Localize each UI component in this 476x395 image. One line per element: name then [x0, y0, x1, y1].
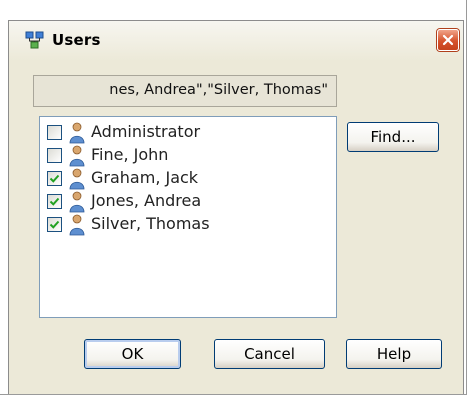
ok-button[interactable]: OK [84, 339, 181, 369]
users-dialog-icon [25, 31, 44, 50]
selected-names-value: nes, Andrea","Silver, Thomas" [109, 82, 328, 98]
selected-names-field[interactable]: nes, Andrea","Silver, Thomas" [33, 75, 337, 107]
list-item-label: Jones, Andrea [91, 191, 202, 210]
list-item-silver-thomas[interactable]: Silver, Thomas [47, 214, 302, 238]
check-icon [49, 174, 60, 183]
list-item-label: Administrator [91, 122, 201, 141]
cancel-button[interactable]: Cancel [214, 339, 325, 369]
list-item-label: Graham, Jack [91, 168, 199, 187]
checkbox-administrator[interactable] [47, 125, 62, 140]
list-item-graham-jack[interactable]: Graham, Jack [47, 168, 302, 192]
users-dialog: Users nes, Andrea","Silver, Thomas" Admi… [8, 20, 464, 394]
checkbox-jones-andrea[interactable] [47, 194, 62, 209]
find-button[interactable]: Find... [347, 122, 439, 152]
user-icon [69, 214, 85, 236]
list-item-administrator[interactable]: Administrator [47, 122, 302, 146]
user-icon [69, 145, 85, 167]
list-item-jones-andrea[interactable]: Jones, Andrea [47, 191, 302, 215]
user-icon [69, 191, 85, 213]
close-button[interactable] [437, 29, 459, 51]
list-item-label: Fine, John [91, 145, 169, 164]
user-icon [69, 168, 85, 190]
checkbox-silver-thomas[interactable] [47, 217, 62, 232]
list-item-label: Silver, Thomas [91, 214, 210, 233]
dialog-title: Users [52, 31, 101, 49]
close-icon [442, 34, 454, 46]
check-icon [49, 197, 60, 206]
checkbox-fine-john[interactable] [47, 148, 62, 163]
checkbox-graham-jack[interactable] [47, 171, 62, 186]
list-item-fine-john[interactable]: Fine, John [47, 145, 302, 169]
check-icon [49, 220, 60, 229]
user-icon [69, 122, 85, 144]
screenshot-frame: Users nes, Andrea","Silver, Thomas" Admi… [0, 0, 467, 395]
title-bar[interactable]: Users [9, 21, 463, 61]
help-button[interactable]: Help [346, 339, 442, 369]
